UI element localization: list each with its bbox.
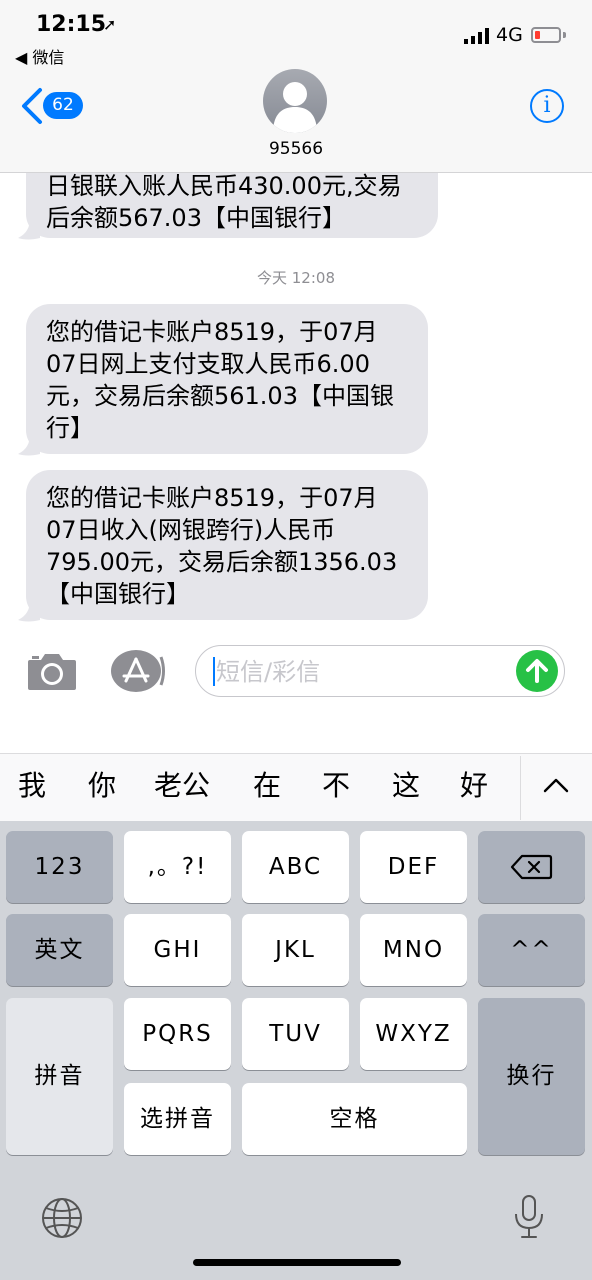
contact-avatar[interactable] — [263, 69, 327, 133]
key-123[interactable]: 123 — [6, 831, 113, 903]
message-bubble[interactable]: 您的借记卡账户8519，于07月07日收入(网银跨行)人民币795.00元，交易… — [26, 470, 428, 620]
send-button[interactable] — [516, 650, 558, 692]
key-pinyin[interactable]: 拼音 — [6, 998, 113, 1155]
key-return[interactable]: 换行 — [478, 998, 585, 1155]
key-jkl[interactable]: JKL — [242, 914, 349, 986]
candidate-word[interactable]: 我 — [18, 766, 46, 806]
back-to-app-link[interactable]: ◀ 微信 — [15, 44, 64, 68]
microphone-icon[interactable] — [512, 1194, 546, 1240]
message-bubble[interactable]: 您的借记卡账户8519，于07月07日网上支付支取人民币6.00元，交易后余额5… — [26, 304, 428, 454]
battery-icon — [531, 27, 561, 43]
key-punctuation[interactable]: ,。?! — [124, 831, 231, 903]
globe-icon[interactable] — [40, 1196, 84, 1240]
bubble-tail — [18, 218, 40, 240]
key-mno[interactable]: MNO — [360, 914, 467, 986]
candidate-divider — [520, 756, 521, 820]
message-input-placeholder: 短信/彩信 — [216, 658, 321, 686]
bubble-tail — [18, 434, 40, 456]
candidate-word[interactable]: 好 — [460, 766, 488, 806]
camera-icon[interactable] — [26, 650, 78, 692]
key-select-pinyin[interactable]: 选拼音 — [124, 1083, 231, 1155]
key-ghi[interactable]: GHI — [124, 914, 231, 986]
unread-count-badge[interactable]: 62 — [43, 92, 83, 119]
info-button[interactable]: i — [530, 89, 564, 123]
message-text: 您的借记卡账户8519，于07月07日网上支付支取人民币6.00元，交易后余额5… — [46, 318, 394, 442]
message-text: 您的借记卡账户8519，于07月07日收入(网银跨行)人民币795.00元，交易… — [46, 484, 398, 608]
delete-key[interactable] — [478, 831, 585, 903]
text-cursor — [213, 657, 215, 686]
key-emoji[interactable]: ^^ — [478, 914, 585, 986]
chevron-up-icon[interactable] — [542, 776, 570, 794]
candidate-word[interactable]: 不 — [322, 766, 350, 806]
key-def[interactable]: DEF — [360, 831, 467, 903]
key-pqrs[interactable]: PQRS — [124, 998, 231, 1070]
send-icon — [526, 659, 548, 683]
candidate-word[interactable]: 老公 — [154, 766, 210, 806]
key-tuv[interactable]: TUV — [242, 998, 349, 1070]
back-chevron-icon[interactable] — [18, 86, 46, 126]
candidate-word[interactable]: 你 — [88, 766, 116, 806]
battery-tip — [563, 32, 566, 38]
key-wxyz[interactable]: WXYZ — [360, 998, 467, 1070]
contact-name[interactable]: 95566 — [246, 139, 346, 159]
battery-level — [535, 31, 540, 39]
signal-strength-icon — [464, 28, 489, 44]
message-text: 日银联入账人民币430.00元,交易后余额567.03【中国银行】 — [46, 172, 402, 232]
network-type: 4G — [496, 24, 523, 46]
candidate-word[interactable]: 在 — [253, 766, 281, 806]
location-arrow-icon: ➚ — [103, 15, 117, 34]
key-space[interactable]: 空格 — [242, 1083, 467, 1155]
key-english[interactable]: 英文 — [6, 914, 113, 986]
app-store-icon[interactable] — [110, 649, 166, 693]
person-silhouette-icon — [273, 82, 317, 133]
home-indicator — [193, 1259, 401, 1266]
message-timestamp: 今天 12:08 — [257, 269, 335, 287]
key-abc[interactable]: ABC — [242, 831, 349, 903]
status-time: 12:15 — [36, 12, 107, 37]
bubble-tail — [18, 600, 40, 622]
candidate-word[interactable]: 这 — [392, 766, 420, 806]
delete-icon — [510, 854, 553, 880]
